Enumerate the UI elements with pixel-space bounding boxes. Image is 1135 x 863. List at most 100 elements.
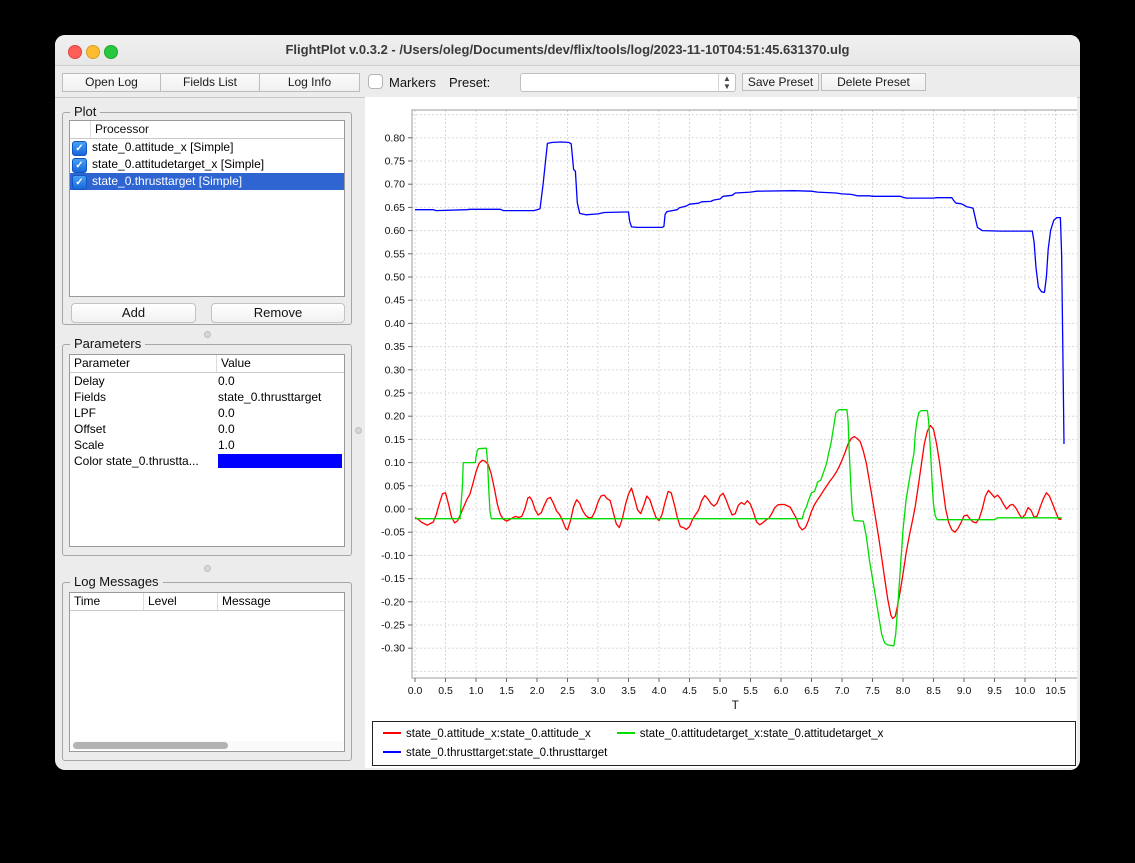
legend-line-swatch <box>383 732 401 734</box>
splitter-handle[interactable] <box>355 427 362 434</box>
parameter-value: 0.0 <box>216 373 344 389</box>
horizontal-scrollbar[interactable] <box>71 741 343 750</box>
legend-line-swatch <box>617 732 635 734</box>
y-axis-tick-label: 0.15 <box>385 434 406 446</box>
x-axis-tick-label: 1.0 <box>469 685 484 697</box>
x-axis-tick-label: 6.5 <box>804 685 819 697</box>
chart-legend: state_0.attitude_x:state_0.attitude_xsta… <box>372 721 1076 766</box>
combobox-stepper-icon[interactable]: ▲▼ <box>718 74 735 91</box>
chart-panel: -0.30-0.25-0.20-0.15-0.10-0.050.000.050.… <box>365 97 1077 768</box>
legend-label: state_0.attitude_x:state_0.attitude_x <box>406 728 591 740</box>
plot-list-item[interactable]: ✓ state_0.attitude_x [Simple] <box>70 139 344 156</box>
parameter-value: 0.0 <box>216 405 344 421</box>
y-axis-tick-label: 0.20 <box>385 411 406 423</box>
legend-item: state_0.thrusttarget:state_0.thrusttarge… <box>383 745 607 761</box>
parameters-group: Parameters ParameterValue Delay0.0Fields… <box>62 344 352 556</box>
parameters-group-title: Parameters <box>70 336 145 351</box>
processor-column-header[interactable]: Processor <box>90 121 149 138</box>
parameters-column-header[interactable]: Value <box>216 355 344 372</box>
y-axis-tick-label: 0.05 <box>385 480 406 492</box>
parameters-column-header[interactable]: Parameter <box>70 355 216 372</box>
delete-preset-button[interactable]: Delete Preset <box>821 73 926 91</box>
y-axis-tick-label: 0.70 <box>385 179 406 191</box>
plot-list-item-label: state_0.attitude_x [Simple] <box>92 139 233 156</box>
log-column-header[interactable]: Level <box>143 593 217 610</box>
plot-list-item[interactable]: ✓state_0.thrusttarget [Simple] <box>70 173 344 190</box>
color-swatch <box>216 453 344 469</box>
y-axis-tick-label: 0.35 <box>385 341 406 353</box>
splitter-handle[interactable] <box>204 331 211 338</box>
checked-checkbox[interactable]: ✓ <box>72 141 87 156</box>
parameters-row[interactable]: Delay0.0 <box>70 373 344 389</box>
preset-combobox[interactable]: ▲▼ <box>520 73 736 92</box>
y-axis-tick-label: 0.00 <box>385 504 406 516</box>
parameters-row[interactable]: Color state_0.thrustta... <box>70 453 344 469</box>
plot-group: Plot Processor ✓state_0.attitude_x [Simp… <box>62 112 352 325</box>
markers-checkbox[interactable] <box>368 74 383 89</box>
y-axis-tick-label: 0.65 <box>385 202 406 214</box>
log-column-header[interactable]: Time <box>70 593 143 610</box>
parameter-name: Offset <box>70 421 216 437</box>
legend-item: state_0.attitude_x:state_0.attitude_x <box>383 726 591 742</box>
parameters-row[interactable]: LPF0.0 <box>70 405 344 421</box>
x-axis-tick-label: 3.0 <box>591 685 606 697</box>
flightplot-window: FlightPlot v.0.3.2 - /Users/oleg/Documen… <box>55 35 1080 770</box>
y-axis-tick-label: 0.75 <box>385 156 406 168</box>
title-bar: FlightPlot v.0.3.2 - /Users/oleg/Documen… <box>55 35 1080 66</box>
chart-background <box>365 97 1077 717</box>
log-messages-group-title: Log Messages <box>70 574 163 589</box>
checked-checkbox[interactable]: ✓ <box>72 158 87 173</box>
parameters-table[interactable]: ParameterValue Delay0.0Fieldsstate_0.thr… <box>69 354 345 547</box>
fields-list-button[interactable]: Fields List <box>160 73 260 92</box>
remove-button[interactable]: Remove <box>211 303 345 323</box>
y-axis-tick-label: -0.25 <box>381 620 405 632</box>
x-axis-tick-label: 4.0 <box>652 685 667 697</box>
parameter-value: 1.0 <box>216 437 344 453</box>
log-messages-table[interactable]: TimeLevelMessage <box>69 592 345 752</box>
y-axis-tick-label: 0.10 <box>385 457 406 469</box>
plot-group-title: Plot <box>70 104 100 119</box>
x-axis-tick-label: 10.0 <box>1015 685 1036 697</box>
scrollbar-thumb[interactable] <box>73 742 228 749</box>
x-axis-tick-label: 2.0 <box>530 685 545 697</box>
add-button[interactable]: Add <box>71 303 196 323</box>
x-axis-tick-label: 7.5 <box>865 685 880 697</box>
y-axis-tick-label: 0.60 <box>385 225 406 237</box>
log-info-button[interactable]: Log Info <box>259 73 360 92</box>
checked-checkbox[interactable]: ✓ <box>72 175 87 190</box>
x-axis-tick-label: 0.0 <box>408 685 423 697</box>
plot-list-item-label: state_0.attitudetarget_x [Simple] <box>92 156 264 173</box>
x-axis-tick-label: 9.5 <box>987 685 1002 697</box>
parameter-value: 0.0 <box>216 421 344 437</box>
parameter-value: state_0.thrusttarget <box>216 389 344 405</box>
processor-list[interactable]: Processor ✓state_0.attitude_x [Simple]✓s… <box>69 120 345 297</box>
x-axis-label: T <box>732 700 739 712</box>
chart-svg[interactable]: -0.30-0.25-0.20-0.15-0.10-0.050.000.050.… <box>365 97 1077 717</box>
x-axis-tick-label: 1.5 <box>499 685 514 697</box>
legend-label: state_0.thrusttarget:state_0.thrusttarge… <box>406 747 607 759</box>
plot-list-item[interactable]: ✓ state_0.attitudetarget_x [Simple] <box>70 156 344 173</box>
log-column-header[interactable]: Message <box>217 593 344 610</box>
y-axis-tick-label: 0.25 <box>385 388 406 400</box>
splitter-handle[interactable] <box>204 565 211 572</box>
x-axis-tick-label: 3.5 <box>621 685 636 697</box>
parameter-name: Color state_0.thrustta... <box>70 453 216 469</box>
y-axis-tick-label: -0.30 <box>381 643 405 655</box>
window-title: FlightPlot v.0.3.2 - /Users/oleg/Documen… <box>55 42 1080 57</box>
x-axis-tick-label: 8.0 <box>896 685 911 697</box>
legend-item: state_0.attitudetarget_x:state_0.attitud… <box>617 726 884 742</box>
y-axis-tick-label: 0.30 <box>385 364 406 376</box>
series-color-swatch[interactable] <box>218 454 342 468</box>
save-preset-button[interactable]: Save Preset <box>742 73 819 91</box>
x-axis-tick-label: 8.5 <box>926 685 941 697</box>
open-log-button[interactable]: Open Log <box>62 73 161 92</box>
parameters-row[interactable]: Scale1.0 <box>70 437 344 453</box>
x-axis-tick-label: 5.0 <box>713 685 728 697</box>
y-axis-tick-label: -0.05 <box>381 527 405 539</box>
parameters-row[interactable]: Fieldsstate_0.thrusttarget <box>70 389 344 405</box>
parameters-row[interactable]: Offset0.0 <box>70 421 344 437</box>
toolbar: Open Log Fields List Log Info Markers Pr… <box>55 66 1080 98</box>
x-axis-tick-label: 6.0 <box>774 685 789 697</box>
x-axis-tick-label: 0.5 <box>438 685 453 697</box>
x-axis-tick-label: 5.5 <box>743 685 758 697</box>
